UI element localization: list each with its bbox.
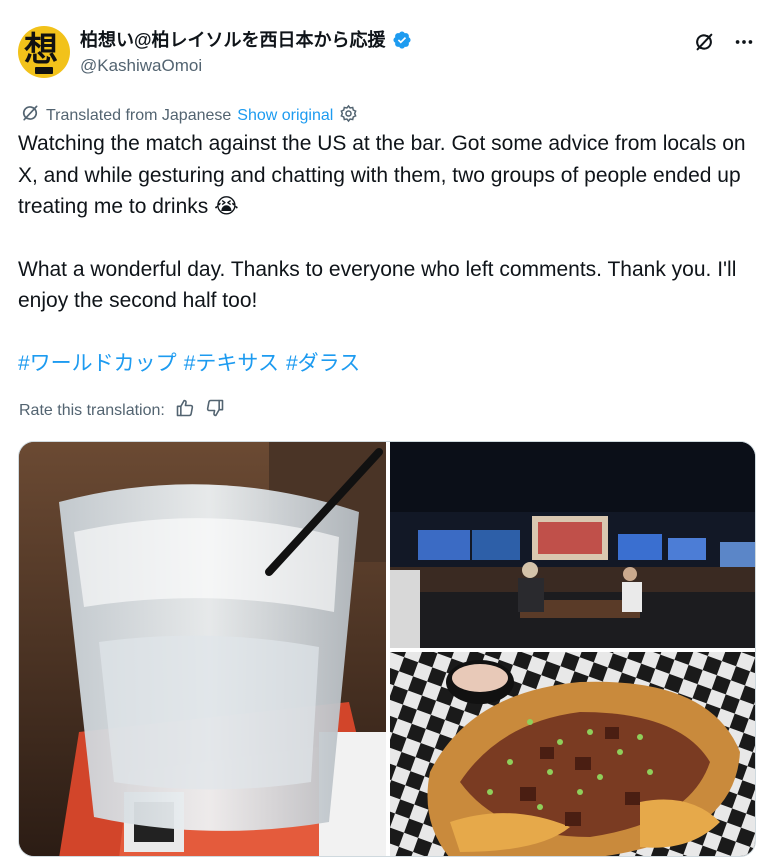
show-original-link[interactable]: Show original — [237, 107, 333, 125]
hashtag-link[interactable]: #テキサス — [184, 352, 279, 375]
photo-sports-bar[interactable] — [390, 442, 755, 648]
more-icon[interactable] — [732, 30, 756, 54]
author-handle[interactable]: @KashiwaOmoi — [80, 54, 412, 78]
thumbs-up-icon[interactable] — [175, 398, 195, 423]
verified-badge-icon[interactable] — [392, 30, 412, 50]
rate-translation: Rate this translation: — [19, 398, 225, 423]
hashtag-link[interactable]: #ダラス — [286, 352, 360, 375]
hashtag-link[interactable]: #ワールドカップ — [18, 352, 177, 375]
hashtags: #ワールドカップ #テキサス #ダラス — [18, 348, 748, 380]
tweet-text: Watching the match against the US at the… — [18, 128, 748, 379]
photo-loaded-potatoes[interactable] — [390, 652, 755, 856]
author-display-name[interactable]: 柏想い@柏レイソルを西日本から応援 — [80, 28, 386, 52]
tweet-header: 想 柏想い@柏レイソルを西日本から応援 @KashiwaOmoi — [18, 26, 758, 82]
avatar-tag — [35, 67, 53, 74]
translation-bar: Translated from Japanese Show original — [20, 103, 358, 128]
translated-label: Translated from Japanese — [46, 106, 232, 124]
grok-icon[interactable] — [692, 30, 716, 54]
thumbs-down-icon[interactable] — [205, 398, 225, 423]
settings-icon[interactable] — [339, 104, 358, 128]
tweet-paragraph-1: Watching the match against the US at the… — [18, 132, 746, 218]
author-names: 柏想い@柏レイソルを西日本から応援 @KashiwaOmoi — [80, 28, 412, 78]
avatar[interactable]: 想 — [18, 26, 70, 78]
translate-icon — [20, 103, 40, 128]
avatar-glyph: 想 — [24, 30, 58, 70]
media-grid — [18, 441, 756, 857]
author-display-name-row[interactable]: 柏想い@柏レイソルを西日本から応援 — [80, 28, 412, 52]
tweet-paragraph-2: What a wonderful day. Thanks to everyone… — [18, 257, 737, 313]
rate-translation-label: Rate this translation: — [19, 401, 165, 419]
photo-drink-glass[interactable] — [19, 442, 386, 856]
tweet-top-actions — [692, 30, 756, 54]
